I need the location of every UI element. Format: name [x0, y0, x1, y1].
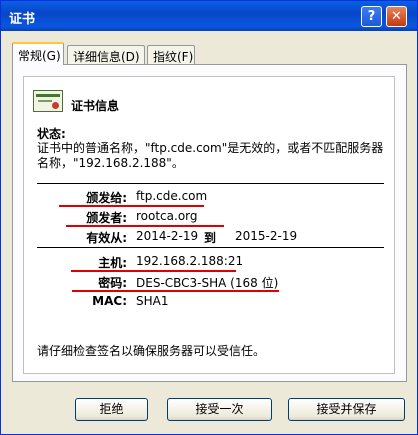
cipher-label: 密码:: [98, 276, 127, 290]
trust-note: 请仔细检查签名以确保服务器可以受信任。: [37, 344, 266, 358]
tab-fingerprint[interactable]: 指纹(F): [147, 45, 195, 64]
general-panel: 证书信息 状态: 证书中的普通名称，"ftp.cde.com"是无效的，或者不匹…: [12, 64, 407, 382]
close-button[interactable]: ✕: [386, 6, 407, 27]
reject-button[interactable]: 拒绝: [75, 398, 148, 421]
red-underline: [66, 225, 224, 227]
certificate-info-box: 证书信息 状态: 证书中的普通名称，"ftp.cde.com"是无效的，或者不匹…: [23, 76, 395, 374]
valid-from-label: 有效从:: [86, 231, 127, 245]
certificate-dialog: 证书 ? ✕ 常规(G) 详细信息(D) 指纹(F) 证书信息 状态: 证书中的…: [0, 0, 418, 435]
red-underline: [72, 290, 279, 292]
issued-to-value: ftp.cde.com: [136, 189, 208, 203]
accept-once-button[interactable]: 接受一次: [167, 398, 272, 421]
separator: [37, 247, 384, 248]
host-label: 主机:: [98, 256, 127, 270]
red-underline: [71, 270, 236, 272]
red-underline: [59, 205, 204, 207]
help-button[interactable]: ?: [361, 6, 382, 27]
valid-from-value: 2014-2-19: [136, 229, 199, 243]
valid-to-value: 2015-2-19: [235, 229, 298, 243]
cipher-value: DES-CBC3-SHA (168 位): [136, 276, 279, 290]
valid-to-label: 到: [204, 231, 217, 245]
separator: [37, 183, 384, 184]
issuer-label: 颁发者:: [86, 211, 127, 225]
title-bar: 证书 ? ✕: [1, 1, 417, 31]
issued-to-label: 颁发给:: [86, 191, 127, 205]
status-text: 证书中的普通名称，"ftp.cde.com"是无效的，或者不匹配服务器名称，"1…: [37, 141, 384, 170]
mac-label: MAC:: [92, 294, 127, 308]
window-title: 证书: [9, 12, 36, 27]
host-value: 192.168.2.188:21: [136, 254, 244, 268]
status-label: 状态:: [37, 127, 66, 141]
accept-save-button[interactable]: 接受并保存: [288, 398, 405, 421]
issuer-value: rootca.org: [136, 209, 198, 223]
tab-details[interactable]: 详细信息(D): [67, 45, 145, 64]
info-heading: 证书信息: [71, 99, 120, 113]
tab-general[interactable]: 常规(G): [12, 42, 64, 65]
certificate-icon: [33, 90, 63, 112]
mac-value: SHA1: [136, 294, 169, 308]
